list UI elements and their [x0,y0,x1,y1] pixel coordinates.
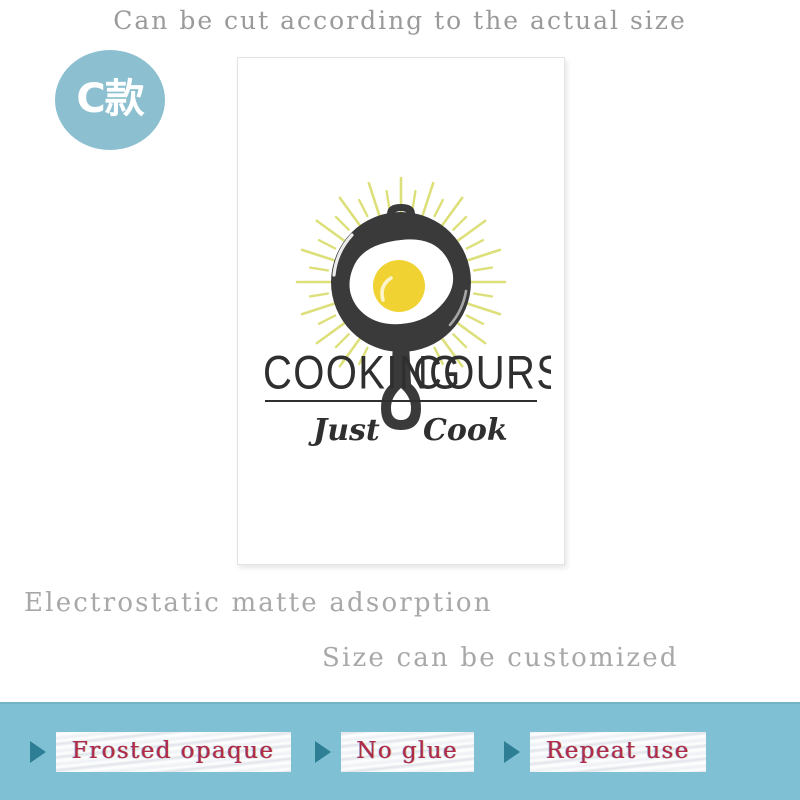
variant-badge-label: C款 [76,76,144,122]
caption-size: Size can be customized [322,643,679,673]
feature-label-repeat-use: Repeat use [530,732,706,772]
cooking-courses-logo: COOKING COURSES Just Cook [251,162,551,462]
feature-label-frosted-opaque: Frosted opaque [56,732,291,772]
frying-pan-with-fried-egg-icon: COOKING COURSES Just Cook [263,176,551,448]
caption-electrostatic: Electrostatic matte adsorption [24,588,493,618]
triangle-right-icon [504,740,521,763]
feature-item-no-glue: No glue [314,732,475,772]
feature-banner: Frosted opaque No glue Repeat use [0,702,800,800]
header-caption: Can be cut according to the actual size [113,6,687,35]
poster-card: COOKING COURSES Just Cook [237,57,565,565]
feature-item-frosted-opaque: Frosted opaque [30,732,291,772]
logo-title-right: COURSES [413,346,551,399]
logo-tagline-right: Cook [423,413,508,448]
triangle-right-icon [30,740,46,763]
logo-tagline-left: Just [308,413,380,448]
feature-item-repeat-use: Repeat use [504,732,706,772]
egg-yolk [373,260,425,312]
variant-badge: C款 [55,50,165,150]
triangle-right-icon [314,740,331,763]
feature-label-no-glue: No glue [341,732,475,772]
